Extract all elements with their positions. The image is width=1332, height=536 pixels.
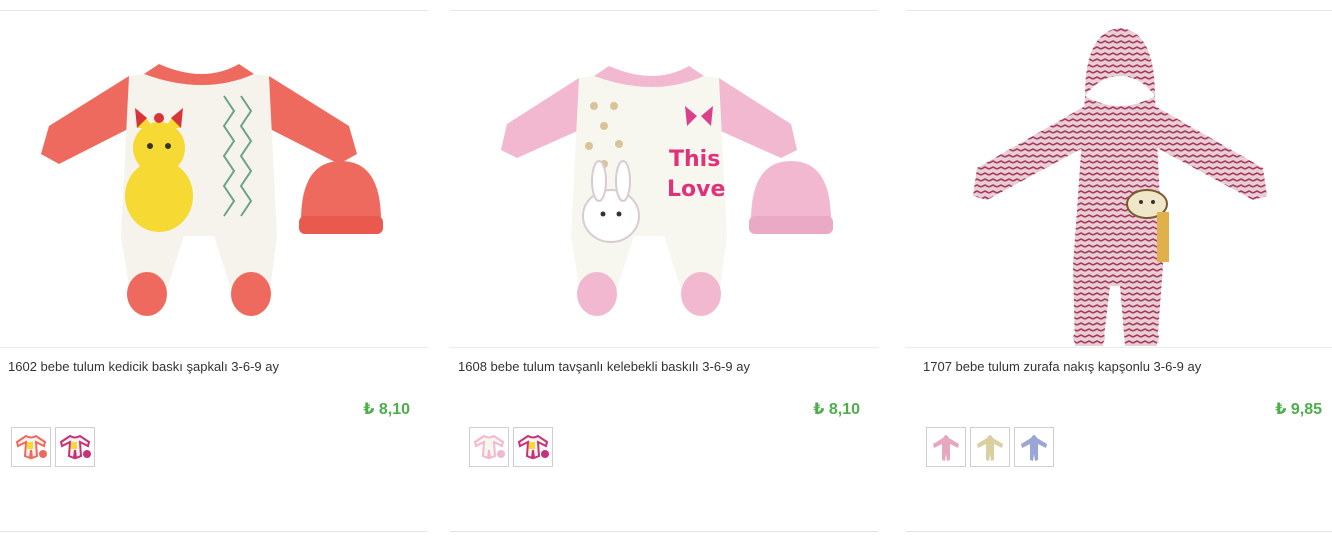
divider [0, 10, 428, 11]
divider [0, 347, 428, 348]
variant-thumbnail[interactable] [11, 427, 51, 467]
divider [906, 10, 1332, 11]
romper-thumb-icon [59, 434, 91, 460]
variant-thumbnails [469, 427, 553, 467]
divider [450, 531, 878, 532]
romper-thumb-icon [933, 435, 959, 461]
product-card: This Love 1608 bebe tulum tavşanlı keleb… [450, 10, 878, 532]
product-image[interactable] [0, 16, 428, 346]
romper-thumb-icon [15, 434, 47, 460]
svg-text:Love: Love [667, 177, 725, 202]
product-title[interactable]: 1602 bebe tulum kedicik baskı şapkalı 3-… [8, 359, 279, 374]
variant-thumbnail[interactable] [469, 427, 509, 467]
product-price: ₺ 9,85 [1275, 401, 1322, 418]
divider [0, 531, 428, 532]
romper-image-icon [41, 64, 383, 316]
variant-thumbnail[interactable] [970, 427, 1010, 467]
product-title[interactable]: 1707 bebe tulum zurafa nakış kapşonlu 3-… [923, 359, 1201, 374]
product-image[interactable] [906, 16, 1332, 346]
romper-thumb-icon [1021, 435, 1047, 461]
variant-thumbnails [11, 427, 95, 467]
divider [906, 531, 1332, 532]
variant-thumbnail[interactable] [926, 427, 966, 467]
romper-thumb-icon [517, 434, 549, 460]
divider [450, 10, 878, 11]
romper-thumb-icon [473, 434, 505, 460]
product-price: ₺ 8,10 [813, 401, 860, 418]
product-image[interactable]: This Love [450, 16, 878, 346]
product-price: ₺ 8,10 [363, 401, 410, 418]
variant-thumbnail[interactable] [55, 427, 95, 467]
product-card: 1707 bebe tulum zurafa nakış kapşonlu 3-… [906, 10, 1332, 532]
svg-text:This: This [669, 147, 720, 172]
romper-image-icon [973, 28, 1267, 346]
variant-thumbnail[interactable] [1014, 427, 1054, 467]
variant-thumbnail[interactable] [513, 427, 553, 467]
product-card: 1602 bebe tulum kedicik baskı şapkalı 3-… [0, 10, 428, 532]
romper-image-icon: This Love [501, 66, 833, 316]
romper-thumb-icon [977, 435, 1003, 461]
divider [450, 347, 878, 348]
variant-thumbnails [926, 427, 1054, 467]
product-title[interactable]: 1608 bebe tulum tavşanlı kelebekli baskı… [458, 359, 750, 374]
divider [906, 347, 1332, 348]
